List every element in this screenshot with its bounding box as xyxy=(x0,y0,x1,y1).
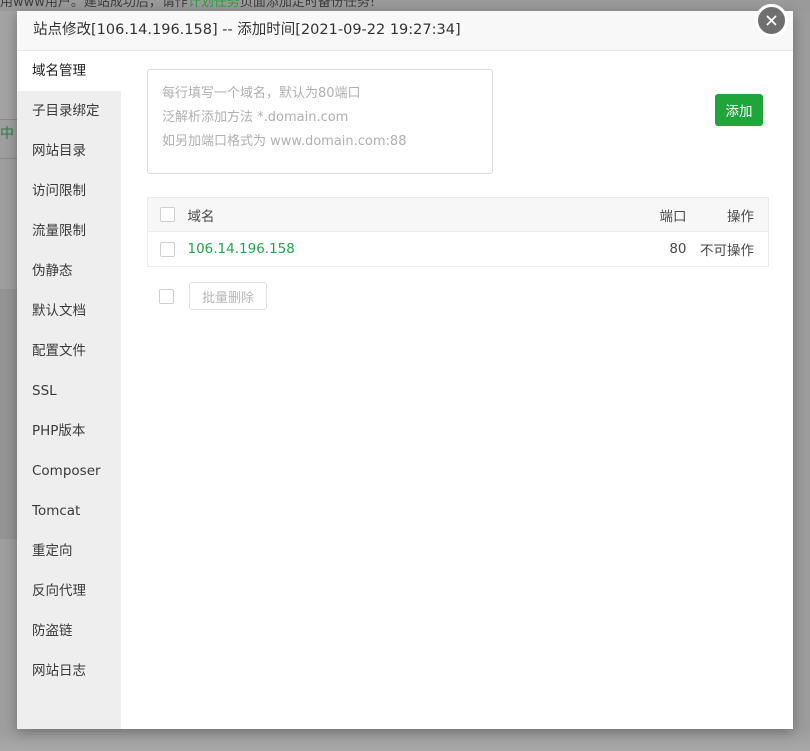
sidebar-item-domain-management[interactable]: 域名管理 xyxy=(17,51,121,91)
sidebar-item-website-log[interactable]: 网站日志 xyxy=(17,651,121,691)
domain-table-head: 域名 端口 操作 xyxy=(147,197,769,232)
sidebar-item-subdirectory-binding[interactable]: 子目录绑定 xyxy=(17,91,121,131)
sidebar-item-php-version[interactable]: PHP版本 xyxy=(17,411,121,451)
add-domain-button[interactable]: 添加 xyxy=(715,94,763,126)
background-notice-text: 用www用户。建站成功后，请作计划任务页面添加定时备份任务! xyxy=(0,0,375,11)
select-all-cell xyxy=(147,197,188,232)
batch-action-row: 批量删除 xyxy=(147,282,769,310)
notice-suffix: 页面添加定时备份任务! xyxy=(239,0,376,10)
domain-table-body: 106.14.196.158 80 不可操作 xyxy=(148,232,769,267)
column-header-port: 端口 xyxy=(622,197,693,232)
sidebar-item-reverse-proxy[interactable]: 反向代理 xyxy=(17,571,121,611)
domain-input[interactable] xyxy=(147,69,493,174)
table-row: 106.14.196.158 80 不可操作 xyxy=(148,232,769,267)
select-all-checkbox[interactable] xyxy=(160,207,175,222)
close-icon[interactable] xyxy=(755,4,788,37)
row-select-cell xyxy=(148,232,188,267)
page-root: 用www用户。建站成功后，请作计划任务页面添加定时备份任务! 中 站点修改[10… xyxy=(0,0,810,751)
sidebar-item-ssl[interactable]: SSL xyxy=(17,371,121,411)
modal-sidebar: 域名管理 子目录绑定 网站目录 访问限制 流量限制 伪静态 默认文档 配置文件 … xyxy=(17,51,121,729)
sidebar-item-pseudo-static[interactable]: 伪静态 xyxy=(17,251,121,291)
modal-title: 站点修改[106.14.196.158] -- 添加时间[2021-09-22 … xyxy=(33,22,461,39)
table-header-row: 域名 端口 操作 xyxy=(147,197,769,232)
modal-body: 域名管理 子目录绑定 网站目录 访问限制 流量限制 伪静态 默认文档 配置文件 … xyxy=(17,51,793,729)
background-left-glyph: 中 xyxy=(0,126,14,142)
sidebar-item-traffic-limit[interactable]: 流量限制 xyxy=(17,211,121,251)
row-domain-cell: 106.14.196.158 xyxy=(188,232,623,267)
batch-delete-button[interactable]: 批量删除 xyxy=(189,282,268,310)
column-header-action: 操作 xyxy=(692,197,769,232)
notice-link[interactable]: 计划任务 xyxy=(188,0,240,10)
site-edit-modal: 站点修改[106.14.196.158] -- 添加时间[2021-09-22 … xyxy=(17,4,793,729)
sidebar-item-tomcat[interactable]: Tomcat xyxy=(17,491,121,531)
sidebar-item-website-directory[interactable]: 网站目录 xyxy=(17,131,121,171)
domain-table: 域名 端口 操作 106.14.196.158 80 不可操作 xyxy=(147,197,769,267)
sidebar-item-access-restriction[interactable]: 访问限制 xyxy=(17,171,121,211)
modal-header: 站点修改[106.14.196.158] -- 添加时间[2021-09-22 … xyxy=(17,11,793,51)
background-left-strip xyxy=(0,11,17,729)
sidebar-item-anti-leech[interactable]: 防盗链 xyxy=(17,611,121,651)
sidebar-item-config-file[interactable]: 配置文件 xyxy=(17,331,121,371)
domain-link[interactable]: 106.14.196.158 xyxy=(188,241,295,257)
column-header-domain: 域名 xyxy=(187,197,623,232)
row-port-cell: 80 xyxy=(669,241,687,257)
row-action-cell: 不可操作 xyxy=(700,243,754,259)
add-domain-row: 添加 xyxy=(147,69,769,174)
background-notice-bar: 用www用户。建站成功后，请作计划任务页面添加定时备份任务! xyxy=(0,0,810,11)
sidebar-item-default-document[interactable]: 默认文档 xyxy=(17,291,121,331)
domain-management-panel: 添加 域名 端口 操作 xyxy=(121,51,793,729)
sidebar-item-redirect[interactable]: 重定向 xyxy=(17,531,121,571)
sidebar-item-composer[interactable]: Composer xyxy=(17,451,121,491)
row-checkbox[interactable] xyxy=(160,241,175,257)
batch-select-checkbox[interactable] xyxy=(159,288,174,304)
notice-prefix: 用www用户。建站成功后，请作 xyxy=(0,0,188,10)
background-bottom-strip xyxy=(0,729,810,751)
